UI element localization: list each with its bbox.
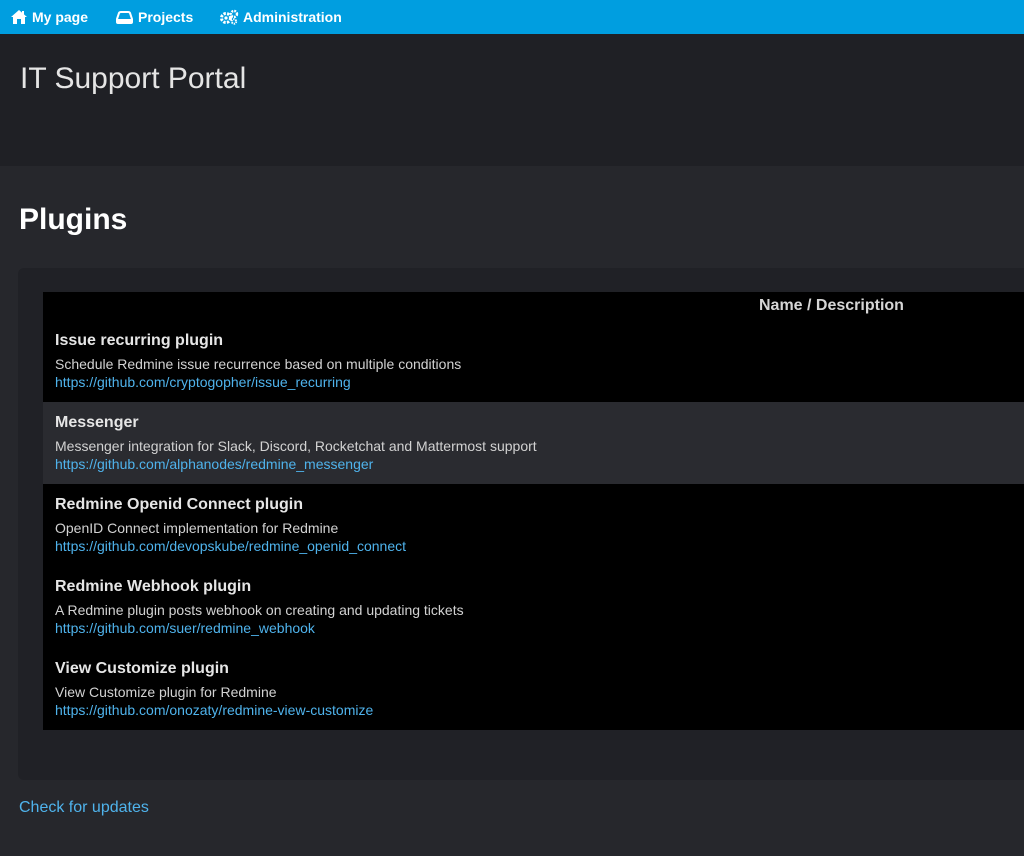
plugin-name: Redmine Webhook plugin (55, 578, 252, 595)
site-header: IT Support Portal (0, 34, 1024, 166)
plugin-cell: Messenger Messenger integration for Slac… (43, 402, 1024, 484)
projects-icon (116, 11, 133, 24)
plugin-description: A Redmine plugin posts webhook on creati… (55, 602, 464, 618)
table-row: Redmine Openid Connect plugin OpenID Con… (43, 484, 1024, 566)
plugin-url-link[interactable]: https://github.com/suer/redmine_webhook (55, 619, 1012, 637)
home-icon (11, 10, 27, 24)
plugin-url-link[interactable]: https://github.com/alphanodes/redmine_me… (55, 455, 1012, 473)
site-title: IT Support Portal (20, 62, 247, 95)
page-title: Plugins (19, 203, 128, 236)
plugin-name: Messenger (55, 414, 139, 431)
gears-icon (220, 9, 239, 25)
plugin-cell: View Customize plugin View Customize plu… (43, 648, 1024, 730)
nav-my-page-label: My page (32, 9, 89, 25)
plugins-table: Name / Description Issue recurring plugi… (43, 292, 1024, 730)
plugin-cell: Redmine Openid Connect plugin OpenID Con… (43, 484, 1024, 566)
plugin-name: View Customize plugin (55, 660, 229, 677)
table-row: Messenger Messenger integration for Slac… (43, 402, 1024, 484)
plugin-url-link[interactable]: https://github.com/onozaty/redmine-view-… (55, 701, 1012, 719)
plugin-description: Schedule Redmine issue recurrence based … (55, 356, 462, 372)
table-row: Redmine Webhook plugin A Redmine plugin … (43, 566, 1024, 648)
plugin-name: Issue recurring plugin (55, 332, 224, 349)
plugin-cell: Issue recurring plugin Schedule Redmine … (43, 320, 1024, 402)
nav-my-page[interactable]: My page (10, 0, 88, 34)
top-menu-bar: My page Projects Administration (0, 0, 1024, 34)
nav-projects[interactable]: Projects (115, 0, 193, 34)
plugin-url-link[interactable]: https://github.com/devopskube/redmine_op… (55, 537, 1012, 555)
plugin-name: Redmine Openid Connect plugin (55, 496, 303, 513)
table-row: View Customize plugin View Customize plu… (43, 648, 1024, 730)
plugin-description: OpenID Connect implementation for Redmin… (55, 520, 339, 536)
plugin-description: Messenger integration for Slack, Discord… (55, 438, 537, 454)
column-header-name-description: Name / Description (759, 297, 904, 314)
table-row: Issue recurring plugin Schedule Redmine … (43, 320, 1024, 402)
nav-administration[interactable]: Administration (219, 0, 342, 34)
check-for-updates-link[interactable]: Check for updates (19, 799, 149, 817)
plugin-url-link[interactable]: https://github.com/cryptogopher/issue_re… (55, 373, 1012, 391)
nav-administration-label: Administration (243, 9, 342, 25)
table-header-row: Name / Description (43, 292, 1024, 320)
plugin-cell: Redmine Webhook plugin A Redmine plugin … (43, 566, 1024, 648)
plugin-description: View Customize plugin for Redmine (55, 684, 277, 700)
nav-projects-label: Projects (138, 9, 194, 25)
